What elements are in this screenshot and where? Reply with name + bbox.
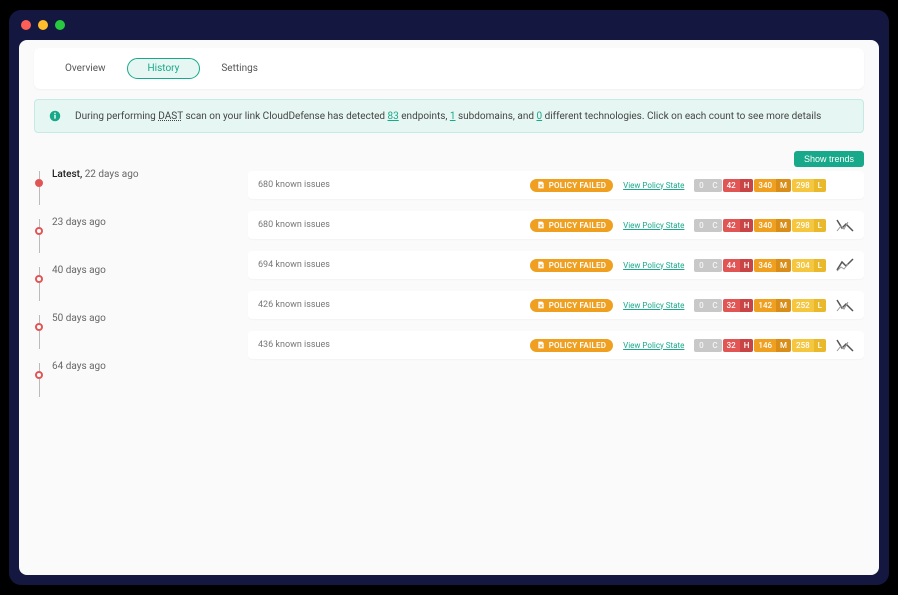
timeline-marker-icon bbox=[35, 371, 43, 379]
scan-row[interactable]: 694 known issues POLICY FAILED View Poli… bbox=[248, 251, 864, 279]
severity-badges: 0C 44H 346M 304L bbox=[694, 259, 826, 272]
minimize-dot-icon[interactable] bbox=[38, 20, 48, 30]
severity-badges: 0C 42H 340M 298L bbox=[694, 219, 826, 232]
timeline-item[interactable]: 64 days ago bbox=[34, 363, 234, 397]
timeline-marker-icon bbox=[35, 227, 43, 235]
policy-status-badge[interactable]: POLICY FAILED bbox=[530, 179, 613, 192]
view-policy-state-link[interactable]: View Policy State bbox=[623, 341, 684, 350]
tab-settings[interactable]: Settings bbox=[200, 58, 279, 79]
issues-count: 680 known issues bbox=[258, 220, 520, 230]
timeline-label: Latest, 22 days ago bbox=[52, 169, 139, 180]
scan-history-list: 680 known issues POLICY FAILED View Poli… bbox=[248, 171, 864, 411]
view-policy-state-link[interactable]: View Policy State bbox=[623, 181, 684, 190]
scan-row[interactable]: 436 known issues POLICY FAILED View Poli… bbox=[248, 331, 864, 359]
trend-down-icon bbox=[836, 298, 854, 312]
issues-count: 694 known issues bbox=[258, 260, 520, 270]
trend-indicator[interactable] bbox=[836, 298, 854, 312]
tab-group: Overview History Settings bbox=[44, 58, 854, 79]
timeline-item[interactable]: 40 days ago bbox=[34, 267, 234, 301]
view-policy-state-link[interactable]: View Policy State bbox=[623, 221, 684, 230]
timeline-item[interactable]: 23 days ago bbox=[34, 219, 234, 253]
severity-badges: 0C 32H 142M 252L bbox=[694, 299, 826, 312]
banner-text: During performing DAST scan on your link… bbox=[75, 111, 821, 122]
timeline-marker-icon bbox=[35, 179, 43, 187]
tab-overview[interactable]: Overview bbox=[44, 58, 127, 79]
show-trends-button[interactable]: Show trends bbox=[794, 151, 864, 167]
scan-row[interactable]: 680 known issues POLICY FAILED View Poli… bbox=[248, 211, 864, 239]
tab-history[interactable]: History bbox=[127, 58, 201, 79]
endpoints-count[interactable]: 83 bbox=[388, 111, 399, 122]
maximize-dot-icon[interactable] bbox=[55, 20, 65, 30]
close-dot-icon[interactable] bbox=[21, 20, 31, 30]
policy-status-badge[interactable]: POLICY FAILED bbox=[530, 299, 613, 312]
timeline-item[interactable]: Latest, 22 days ago bbox=[34, 171, 234, 205]
trend-indicator[interactable] bbox=[836, 218, 854, 232]
tabs-card: Overview History Settings bbox=[34, 48, 864, 89]
content-area: Overview History Settings During perform… bbox=[19, 40, 879, 575]
policy-failed-icon bbox=[537, 221, 545, 229]
issues-count: 426 known issues bbox=[258, 300, 520, 310]
trend-indicator[interactable] bbox=[836, 178, 854, 192]
trend-indicator[interactable] bbox=[836, 258, 854, 272]
view-policy-state-link[interactable]: View Policy State bbox=[623, 301, 684, 310]
scan-row[interactable]: 426 known issues POLICY FAILED View Poli… bbox=[248, 291, 864, 319]
info-icon bbox=[49, 110, 61, 122]
trend-down-icon bbox=[836, 218, 854, 232]
info-banner: During performing DAST scan on your link… bbox=[34, 99, 864, 133]
issues-count: 680 known issues bbox=[258, 180, 520, 190]
timeline-marker-icon bbox=[35, 275, 43, 283]
timeline-label: 50 days ago bbox=[52, 313, 106, 324]
timeline: Latest, 22 days ago 23 days ago 40 days … bbox=[34, 171, 234, 411]
timeline-item[interactable]: 50 days ago bbox=[34, 315, 234, 349]
policy-failed-icon bbox=[537, 261, 545, 269]
issues-count: 436 known issues bbox=[258, 340, 520, 350]
policy-failed-icon bbox=[537, 301, 545, 309]
severity-badges: 0C 42H 340M 298L bbox=[694, 179, 826, 192]
timeline-label: 23 days ago bbox=[52, 217, 106, 228]
timeline-label: 40 days ago bbox=[52, 265, 106, 276]
policy-failed-icon bbox=[537, 341, 545, 349]
view-policy-state-link[interactable]: View Policy State bbox=[623, 261, 684, 270]
policy-status-badge[interactable]: POLICY FAILED bbox=[530, 259, 613, 272]
policy-failed-icon bbox=[537, 181, 545, 189]
policy-status-badge[interactable]: POLICY FAILED bbox=[530, 219, 613, 232]
trend-down-icon bbox=[836, 338, 854, 352]
title-bar bbox=[9, 10, 889, 40]
app-window: Overview History Settings During perform… bbox=[9, 10, 889, 585]
policy-status-badge[interactable]: POLICY FAILED bbox=[530, 339, 613, 352]
severity-badges: 0C 32H 146M 258L bbox=[694, 339, 826, 352]
timeline-marker-icon bbox=[35, 323, 43, 331]
trend-indicator[interactable] bbox=[836, 338, 854, 352]
timeline-label: 64 days ago bbox=[52, 361, 106, 372]
dast-link[interactable]: DAST bbox=[158, 111, 183, 122]
trend-up-icon bbox=[836, 258, 854, 272]
scan-row[interactable]: 680 known issues POLICY FAILED View Poli… bbox=[248, 171, 864, 199]
